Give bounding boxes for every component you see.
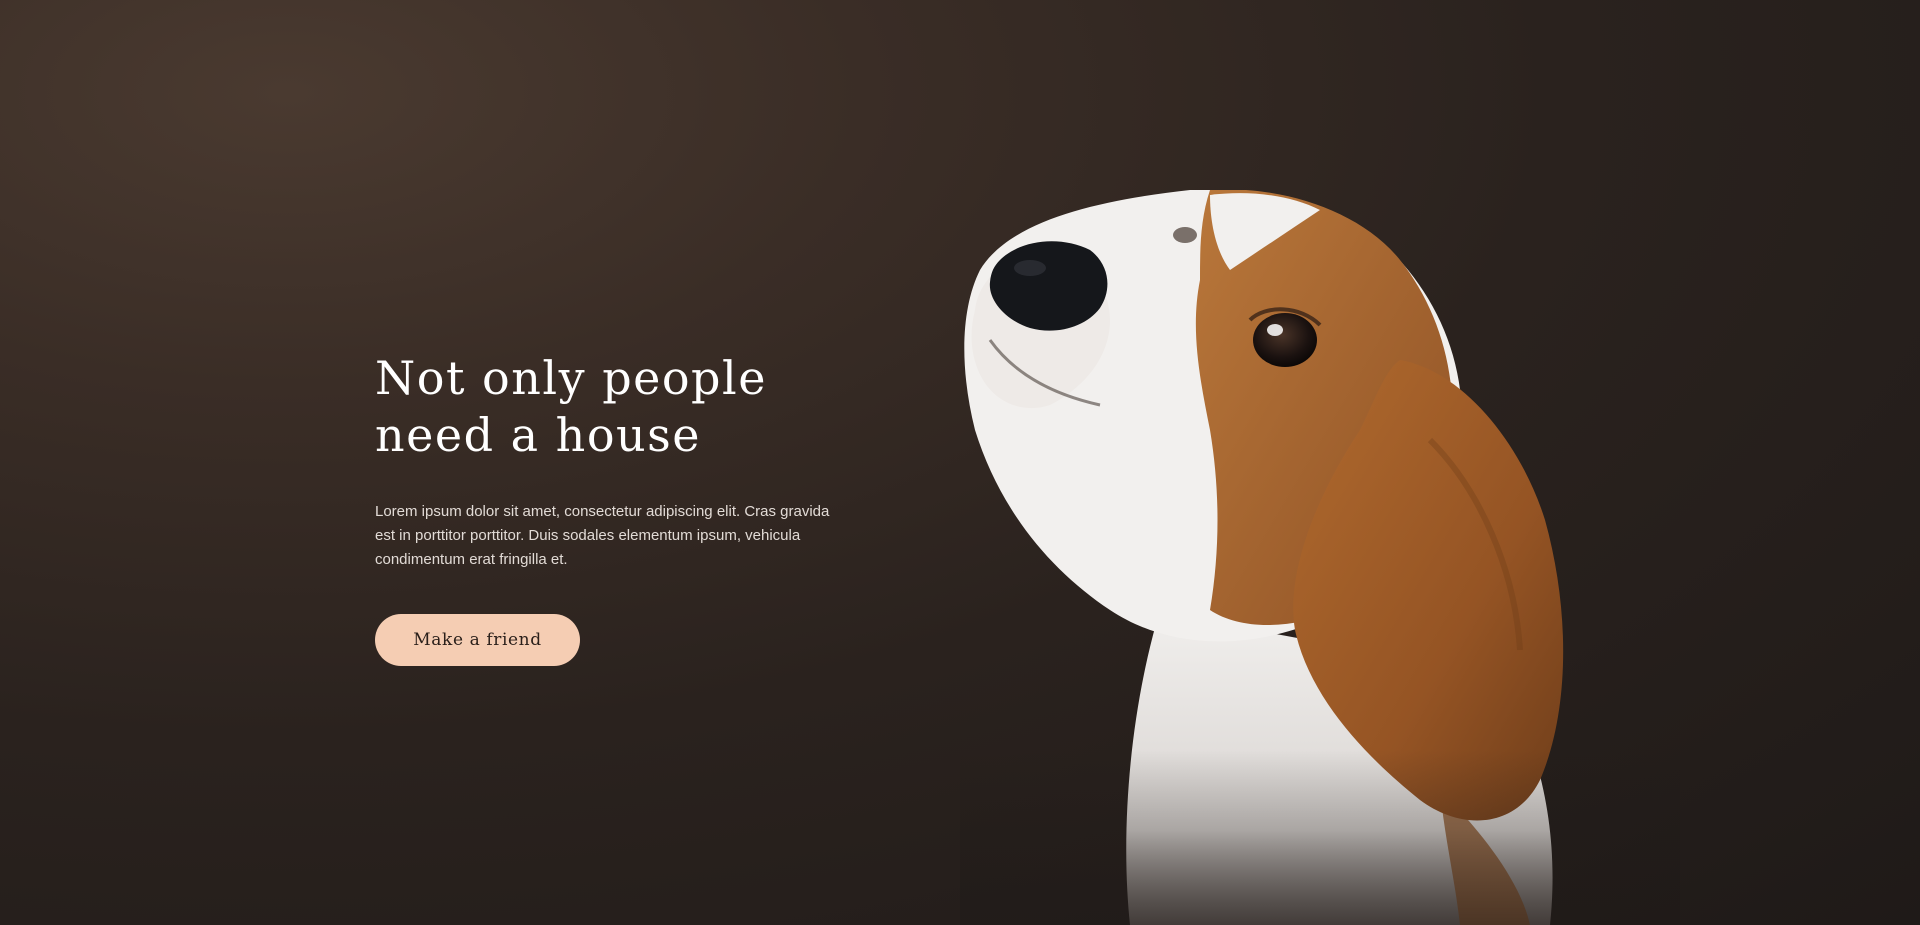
hero-headline: Not only people need a house: [375, 350, 845, 464]
hero-headline-line-1: Not only people: [375, 351, 767, 405]
hero-section: Not only people need a house Lorem ipsum…: [0, 0, 1920, 925]
hero-headline-line-2: need a house: [375, 408, 701, 462]
hero-description: Lorem ipsum dolor sit amet, consectetur …: [375, 503, 830, 568]
hero-content: Not only people need a house Lorem ipsum…: [375, 350, 845, 666]
make-a-friend-button[interactable]: Make a friend: [375, 614, 580, 666]
beagle-puppy-image: [960, 190, 1680, 925]
